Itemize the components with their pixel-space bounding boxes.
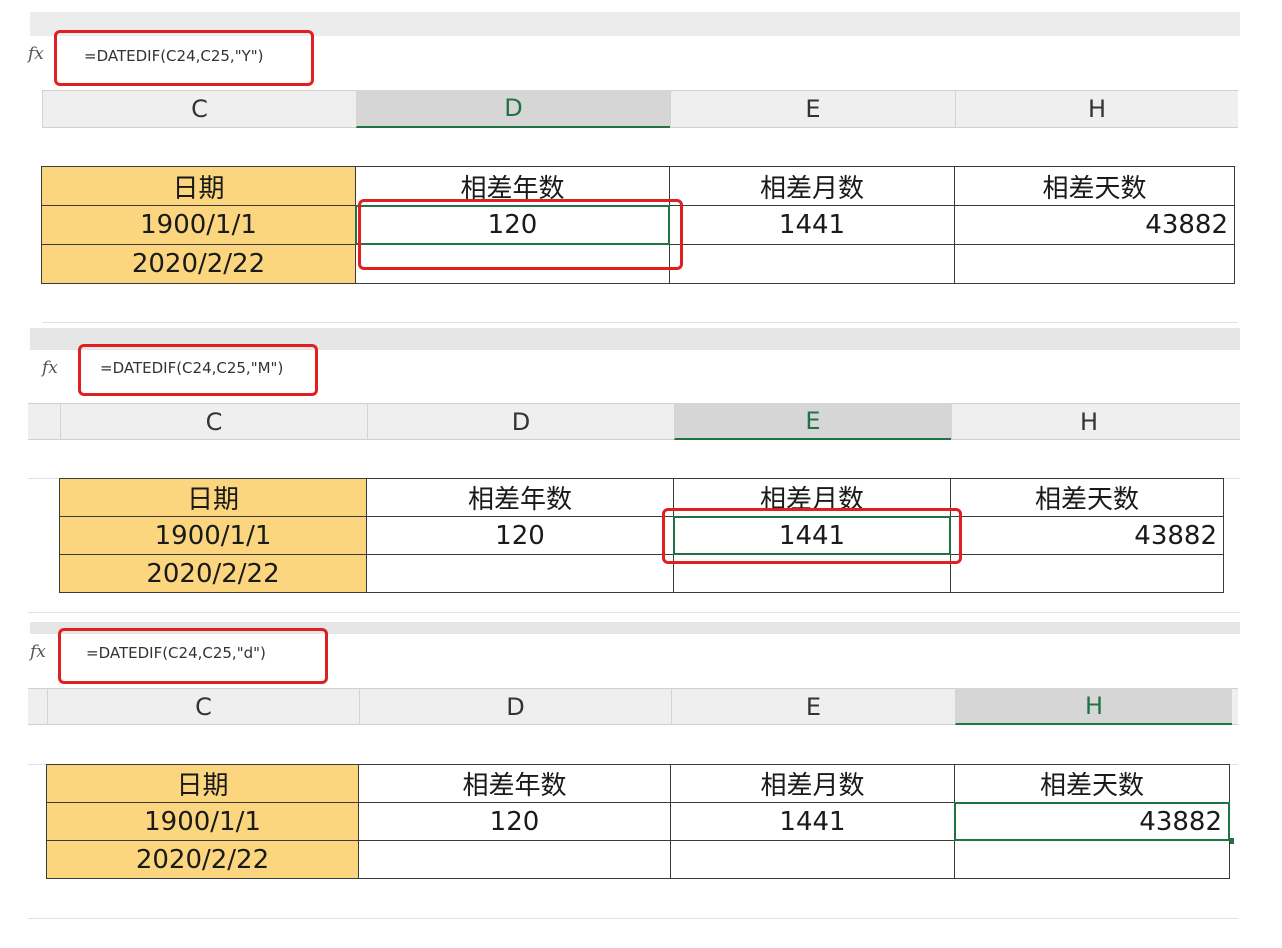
cell-c-header[interactable]: 日期 [41,166,356,206]
column-header-c[interactable]: C [42,90,356,128]
fx-icon: fx [28,44,44,64]
cell-c-header[interactable]: 日期 [46,764,359,803]
cell-c-row1[interactable]: 1900/1/1 [46,802,359,841]
cell-c-row1[interactable]: 1900/1/1 [41,205,356,245]
column-header-d[interactable]: D [359,688,671,725]
column-header-e[interactable]: E [671,688,955,725]
cell-d-header[interactable]: 相差年数 [358,764,671,803]
cell-c-row2[interactable]: 2020/2/22 [46,840,359,879]
cell-e-row2[interactable] [669,244,955,284]
column-header-h[interactable]: H [955,90,1238,128]
cell-d-row1[interactable]: 120 [358,802,671,841]
grid-line [28,918,1238,919]
column-header-c[interactable]: C [60,403,367,440]
cell-h-header[interactable]: 相差天数 [950,478,1224,517]
cell-h-row1[interactable]: 43882 [954,802,1230,841]
cell-h-row2[interactable] [954,840,1230,879]
formula-highlight [54,30,314,86]
column-header-d[interactable]: D [367,403,674,440]
column-header-c[interactable]: C [47,688,359,725]
column-header-e[interactable]: E [674,403,951,440]
cell-e-header[interactable]: 相差月数 [670,764,955,803]
cell-h-row1[interactable]: 43882 [950,516,1224,555]
grid-line [42,322,1238,323]
cell-e-row1[interactable]: 1441 [670,802,955,841]
cell-d-header[interactable]: 相差年数 [366,478,674,517]
result-highlight [358,199,683,270]
cell-h-header[interactable]: 相差天数 [954,764,1230,803]
cell-c-row2[interactable]: 2020/2/22 [41,244,356,284]
cell-h-row1[interactable]: 43882 [954,205,1235,245]
cell-e-row1[interactable]: 1441 [669,205,955,245]
fx-icon: fx [42,358,58,378]
cell-d-row1[interactable]: 120 [366,516,674,555]
cell-h-row2[interactable] [950,554,1224,593]
cell-e-row2[interactable] [670,840,955,879]
column-header-d[interactable]: D [356,90,670,128]
column-header-e[interactable]: E [670,90,955,128]
formula-highlight [58,628,328,684]
cell-h-header[interactable]: 相差天数 [954,166,1235,206]
cell-c-header[interactable]: 日期 [59,478,367,517]
formula-highlight [78,344,318,396]
cell-c-row1[interactable]: 1900/1/1 [59,516,367,555]
cell-e-header[interactable]: 相差月数 [669,166,955,206]
result-highlight [662,508,962,564]
cell-d-row2[interactable] [366,554,674,593]
column-header-h[interactable]: H [955,688,1232,725]
cell-d-row2[interactable] [358,840,671,879]
cell-h-row2[interactable] [954,244,1235,284]
cell-c-row2[interactable]: 2020/2/22 [59,554,367,593]
fx-icon: fx [30,642,46,662]
column-header-h[interactable]: H [951,403,1226,440]
grid-line [28,612,1240,613]
